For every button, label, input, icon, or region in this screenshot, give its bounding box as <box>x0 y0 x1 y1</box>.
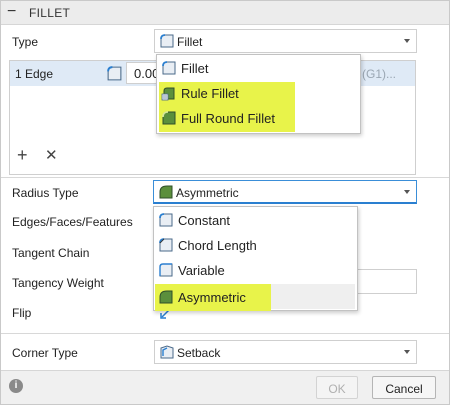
edge-count-label: 1 Edge <box>15 67 54 81</box>
menu-item-asymmetric[interactable]: Asymmetric <box>154 285 357 310</box>
continuity-label: (G1)... <box>362 67 397 81</box>
divider <box>1 333 449 334</box>
rule-fillet-icon <box>161 87 175 101</box>
variable-icon <box>159 263 173 277</box>
chevron-down-icon <box>404 190 410 194</box>
dialog-title: FILLET <box>29 6 71 20</box>
menu-item-variable[interactable]: Variable <box>154 258 357 283</box>
menu-item-full-round-fillet[interactable]: Full Round Fillet <box>157 106 360 131</box>
radius-type-menu: Constant Chord Length Variable Asymmetri… <box>153 206 358 311</box>
chevron-down-icon <box>404 39 410 43</box>
corner-type-label: Corner Type <box>12 346 78 360</box>
minus-icon[interactable]: − <box>7 3 16 21</box>
plus-icon[interactable]: + <box>17 146 28 164</box>
info-icon[interactable]: i <box>9 379 23 393</box>
fillet-icon <box>162 61 176 75</box>
menu-item-chord-length[interactable]: Chord Length <box>154 233 357 258</box>
menu-item-fillet[interactable]: Fillet <box>157 56 360 81</box>
full-round-fillet-icon <box>162 111 176 125</box>
fillet-icon <box>160 34 174 48</box>
chevron-down-icon <box>404 350 410 354</box>
flip-label: Flip <box>12 306 32 320</box>
tangency-weight-input[interactable] <box>355 269 417 294</box>
asymmetric-icon <box>159 185 173 199</box>
menu-item-rule-fillet[interactable]: Rule Fillet <box>157 81 360 106</box>
corner-type-selected: Setback <box>177 346 221 360</box>
cancel-button[interactable]: Cancel <box>372 376 436 399</box>
tangency-weight-label: Tangency Weight <box>12 276 104 290</box>
radius-type-dropdown[interactable]: Asymmetric <box>153 180 417 204</box>
tangent-chain-label: Tangent Chain <box>12 246 90 260</box>
menu-item-constant[interactable]: Constant <box>154 208 357 233</box>
radius-type-label: Radius Type <box>12 186 79 200</box>
setback-icon <box>160 345 174 359</box>
ok-button[interactable]: OK <box>316 376 358 399</box>
type-dropdown[interactable]: Fillet <box>154 29 417 53</box>
radius-type-selected: Asymmetric <box>176 186 239 200</box>
x-icon[interactable]: ✕ <box>45 147 58 165</box>
constant-icon <box>159 213 173 227</box>
type-menu: Fillet Rule Fillet Full Round Fillet <box>156 54 361 134</box>
chord-length-icon <box>159 238 173 252</box>
type-label: Type <box>12 35 39 49</box>
corner-type-dropdown[interactable]: Setback <box>154 340 417 364</box>
edges-faces-features-label: Edges/Faces/Features <box>12 215 133 229</box>
type-selected: Fillet <box>177 35 203 49</box>
asymmetric-icon <box>159 290 173 304</box>
fillet-icon <box>107 66 122 81</box>
divider <box>1 177 449 178</box>
fillet-header[interactable]: − FILLET <box>1 1 449 25</box>
